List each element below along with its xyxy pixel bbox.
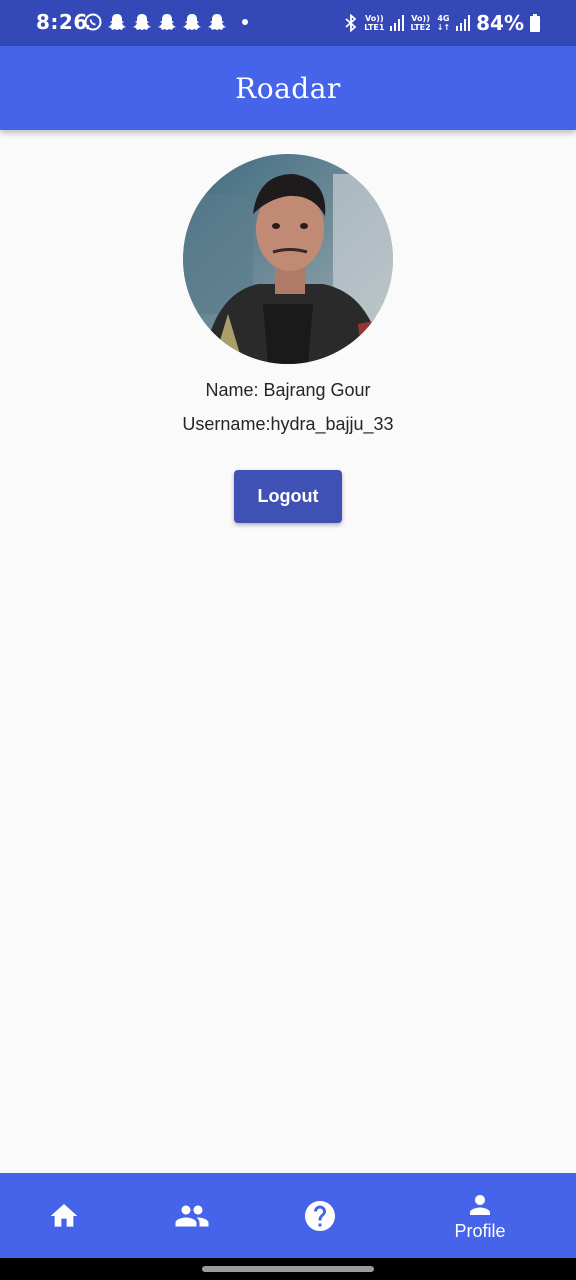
nav-friends[interactable]	[142, 1173, 242, 1258]
app-bar: Roadar	[0, 46, 576, 130]
home-icon	[50, 1203, 78, 1227]
app-title: Roadar	[235, 71, 341, 105]
network-lte2: Vo)) LTE2	[410, 14, 431, 32]
help-icon	[305, 1200, 335, 1231]
profile-username: Username:hydra_bajju_33	[182, 414, 394, 434]
whatsapp-icon	[84, 13, 102, 31]
status-time: 8:26	[36, 10, 88, 34]
more-notifications-dot	[242, 19, 248, 25]
network-4g: 4G ↓↑	[436, 14, 451, 32]
logout-button[interactable]: Logout	[234, 470, 342, 523]
network-lte1: Vo)) LTE1	[364, 14, 385, 32]
signal-icon	[390, 15, 405, 31]
nav-home[interactable]	[14, 1173, 114, 1258]
snapchat-icon	[158, 14, 176, 30]
nav-profile-label: Profile	[454, 1220, 506, 1241]
bottom-navigation: Profile	[0, 1173, 576, 1258]
people-icon	[175, 1205, 209, 1226]
status-bar: 8:26 Vo)) LTE1 Vo)) LTE2 4G ↓↑ 84%	[0, 0, 576, 46]
snapchat-icon	[208, 14, 226, 30]
snapchat-icon	[133, 14, 151, 30]
signal-icon	[456, 15, 471, 31]
battery-level: 84%	[476, 11, 524, 35]
system-navigation-bar	[0, 1258, 576, 1280]
profile-avatar	[183, 154, 393, 364]
profile-name: Name: Bajrang Gour	[205, 380, 371, 400]
person-icon	[470, 1194, 490, 1215]
snapchat-icon	[183, 14, 201, 30]
nav-profile[interactable]: Profile	[430, 1173, 530, 1258]
notification-icons	[84, 12, 248, 32]
gesture-handle[interactable]	[202, 1266, 374, 1272]
battery-icon	[530, 14, 540, 32]
bluetooth-icon	[345, 14, 357, 32]
status-indicators: Vo)) LTE1 Vo)) LTE2 4G ↓↑ 84%	[344, 11, 540, 35]
snapchat-icon	[108, 14, 126, 30]
nav-help[interactable]	[270, 1173, 370, 1258]
